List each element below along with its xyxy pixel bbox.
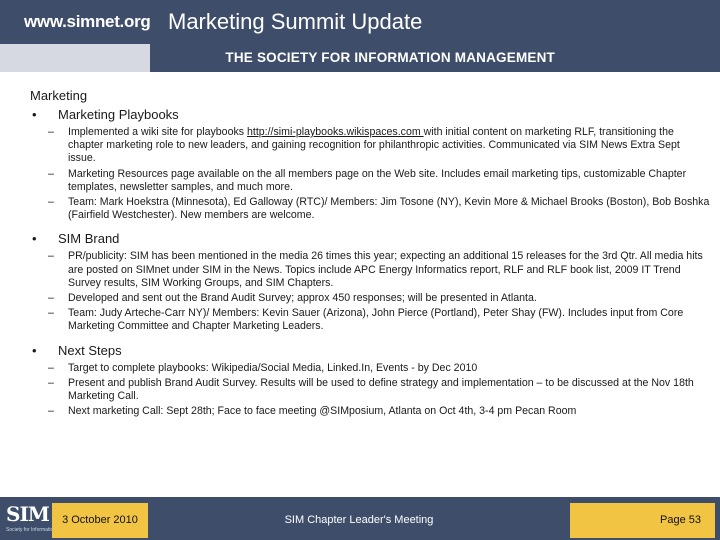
bullet-icon: • [32, 342, 37, 358]
bullet-label: Marketing Playbooks [58, 107, 179, 122]
list-item: – Developed and sent out the Brand Audit… [48, 292, 537, 305]
playbooks-wiki-link[interactable]: http://simi-playbooks.wikispaces.com [247, 126, 424, 138]
list-item: – PR/publicity: SIM has been mentioned i… [48, 250, 703, 289]
site-logo[interactable]: www.simnet.org [0, 0, 151, 44]
header-band-left [0, 44, 150, 72]
list-item: – Present and publish Brand Audit Survey… [48, 376, 694, 403]
sim-logo-text: SIM [6, 502, 50, 526]
bullet-label: SIM Brand [58, 231, 120, 247]
slide-header: www.simnet.org Marketing Summit Update T… [0, 0, 720, 72]
footer-date: 3 October 2010 [52, 503, 148, 538]
society-name: THE SOCIETY FOR INFORMATION MANAGEMENT [225, 50, 555, 65]
bullet-sim-brand: • SIM Brand [30, 230, 710, 247]
dash-icon: – [48, 167, 54, 180]
list-item: – Implemented a wiki site for playbooks … [48, 126, 680, 165]
sub-list-brand: – PR/publicity: SIM has been mentioned i… [30, 250, 710, 333]
bullet-next-steps: • Next Steps [30, 342, 710, 359]
sub-list-playbooks: – Implemented a wiki site for playbooks … [30, 126, 710, 222]
bullet-marketing-playbooks: • Marketing Playbooks [30, 106, 710, 123]
footer-meeting-name: SIM Chapter Leader's Meeting [150, 503, 568, 538]
section-heading: Marketing [30, 88, 88, 103]
bullet-icon: • [32, 231, 37, 247]
dash-icon: – [48, 307, 54, 320]
list-item: – Target to complete playbooks: Wikipedi… [48, 361, 478, 374]
list-item: – Marketing Resources page available on … [48, 167, 687, 193]
sub-list-next-steps: – Target to complete playbooks: Wikipedi… [30, 362, 710, 419]
dash-icon: – [48, 292, 54, 305]
dash-icon: – [48, 126, 54, 138]
slide-content: Marketing • Marketing Playbooks – Implem… [30, 87, 710, 426]
dash-icon: – [48, 250, 54, 263]
bullet-label: Next Steps [58, 342, 122, 358]
bullet-icon: • [32, 107, 37, 122]
dash-icon: – [48, 361, 54, 374]
dash-icon: – [48, 405, 54, 418]
dash-icon: – [48, 376, 54, 389]
list-item: – Team: Mark Hoekstra (Minnesota), Ed Ga… [48, 196, 710, 222]
list-item: – Team: Judy Arteche-Carr NY)/ Members: … [48, 307, 684, 333]
page-number: Page 53 [570, 503, 715, 538]
list-item: – Next marketing Call: Sept 28th; Face t… [48, 405, 577, 418]
slide-title: Marketing Summit Update [150, 0, 720, 44]
dash-icon: – [48, 196, 54, 209]
